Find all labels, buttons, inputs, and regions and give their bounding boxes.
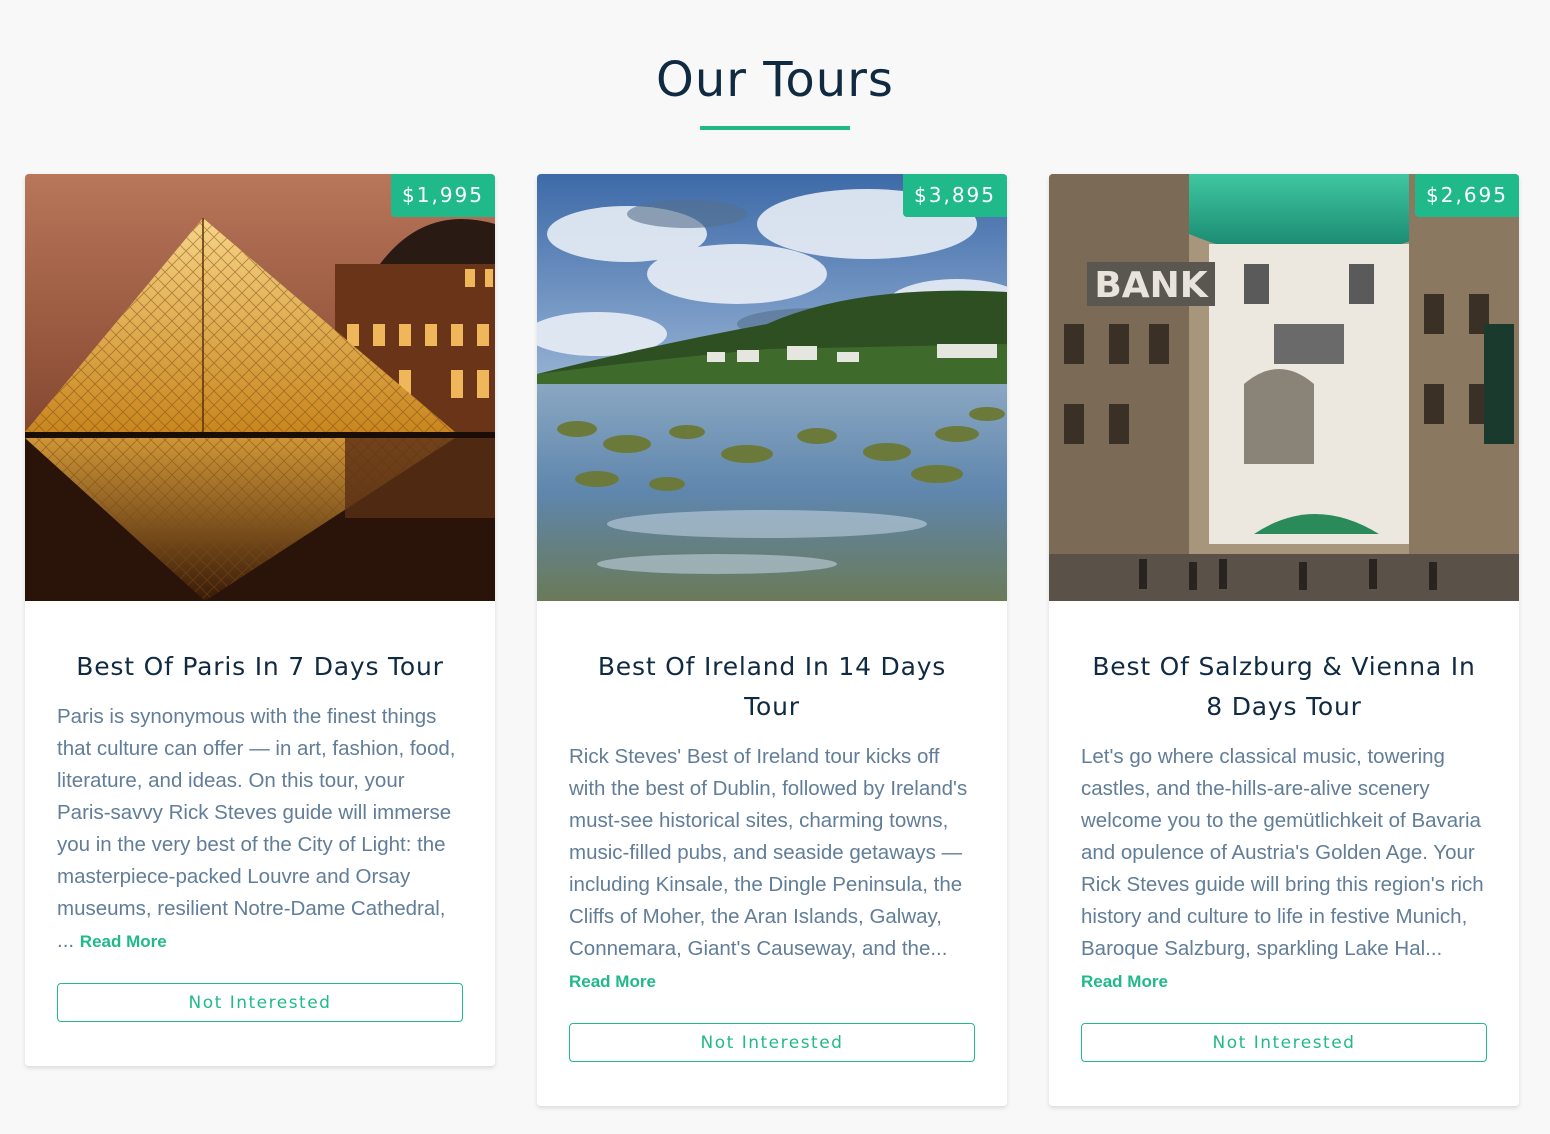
tour-image-paris: $1,995 (25, 174, 495, 601)
tour-title: Best Of Salzburg & Vienna In 8 Days Tour (1092, 652, 1476, 721)
title-underline (700, 126, 850, 130)
tour-info: Best Of Paris In 7 Days Tour Paris is sy… (25, 601, 495, 1066)
read-more-button[interactable]: Read More (80, 932, 167, 952)
tour-description: Rick Steves' Best of Ireland tour kicks … (569, 741, 975, 997)
tour-title: Best Of Paris In 7 Days Tour (76, 652, 444, 681)
tour-description: Let's go where classical music, towering… (1081, 741, 1487, 997)
louvre-pyramid-image (25, 174, 495, 601)
tour-title: Best Of Ireland In 14 Days Tour (597, 652, 947, 721)
tour-info: Best Of Salzburg & Vienna In 8 Days Tour… (1049, 601, 1519, 1106)
tour-card-vienna: BANK $2,695 Best Of Salzburg & Vienna In… (1049, 174, 1519, 1106)
not-interested-button[interactable]: Not Interested (1081, 1023, 1487, 1062)
tours-list: $1,995 Best Of Paris In 7 Days Tour Pari… (25, 174, 1519, 1106)
ireland-coast-image (537, 174, 1007, 601)
tour-image-vienna: BANK $2,695 (1049, 174, 1519, 601)
tour-image-ireland: $3,895 (537, 174, 1007, 601)
tour-description-text: Let's go where classical music, towering… (1081, 745, 1484, 960)
read-more-button[interactable]: Read More (569, 972, 656, 992)
price-badge: $3,895 (903, 174, 1007, 217)
page-title: Our Tours (656, 52, 894, 108)
not-interested-button[interactable]: Not Interested (569, 1023, 975, 1062)
tour-description-text: Rick Steves' Best of Ireland tour kicks … (569, 745, 968, 960)
read-more-button[interactable]: Read More (1081, 972, 1168, 992)
not-interested-button[interactable]: Not Interested (57, 983, 463, 1022)
price-badge: $2,695 (1415, 174, 1519, 217)
price-badge: $1,995 (391, 174, 495, 217)
section-title: Our Tours (0, 52, 1550, 130)
tour-description-text: Paris is synonymous with the finest thin… (57, 705, 456, 952)
bank-sign: BANK (1094, 265, 1208, 306)
tour-info: Best Of Ireland In 14 Days Tour Rick Ste… (537, 601, 1007, 1106)
tour-description: Paris is synonymous with the finest thin… (57, 701, 463, 957)
vienna-street-image: BANK (1049, 174, 1519, 601)
tour-card-paris: $1,995 Best Of Paris In 7 Days Tour Pari… (25, 174, 495, 1066)
tour-card-ireland: $3,895 Best Of Ireland In 14 Days Tour R… (537, 174, 1007, 1106)
